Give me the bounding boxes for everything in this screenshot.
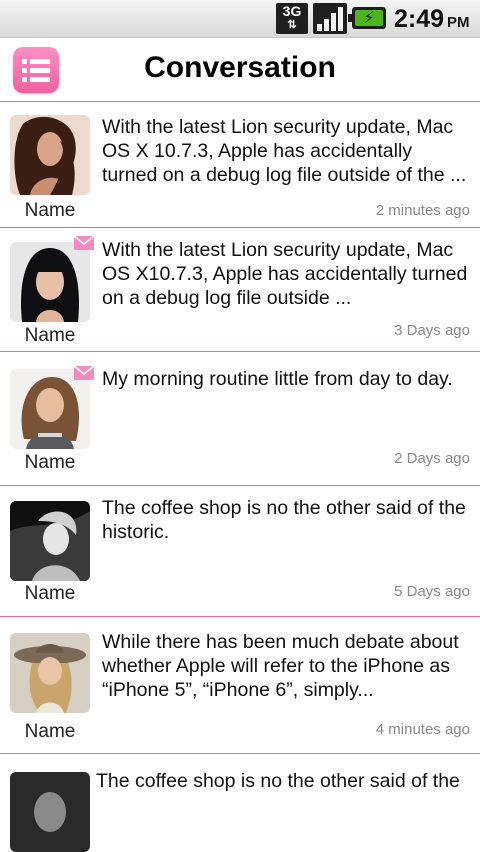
- message-preview: While there has been much debate about w…: [102, 631, 459, 701]
- conversation-row[interactable]: Name While there has been much debate ab…: [0, 617, 480, 754]
- timestamp: 2 minutes ago: [375, 202, 470, 219]
- unread-mail-icon: [73, 365, 95, 380]
- unread-mail-icon: [73, 235, 95, 250]
- message-preview: My morning routine little from day to da…: [102, 368, 453, 390]
- conversation-row[interactable]: Name With the latest Lion security updat…: [0, 102, 480, 228]
- conversation-row[interactable]: Name With the latest Lion security updat…: [0, 228, 480, 352]
- battery-charging-icon: ⚡: [348, 7, 386, 29]
- conversation-row[interactable]: Name My morning routine little from day …: [0, 352, 480, 486]
- status-bar: 3G ⇅ ⚡ 2:49 PM: [0, 0, 480, 38]
- network-3g-icon: 3G ⇅: [276, 3, 308, 34]
- message-preview: With the latest Lion security update, Ma…: [102, 239, 468, 309]
- app-header: Conversation: [0, 38, 480, 102]
- contact-name: Name: [24, 200, 76, 221]
- timestamp: 5 Days ago: [394, 583, 470, 600]
- page-title: Conversation: [144, 51, 336, 84]
- conversation-row[interactable]: The coffee shop is no the other said of …: [0, 754, 480, 852]
- avatar: [10, 633, 90, 713]
- avatar: [10, 242, 90, 322]
- avatar: [10, 115, 90, 195]
- signal-icon: [313, 3, 347, 34]
- network-type-label: 3G: [282, 3, 302, 19]
- avatar: [10, 501, 90, 581]
- contact-name: Name: [24, 721, 76, 742]
- conversation-row[interactable]: Name The coffee shop is no the other sai…: [0, 486, 480, 617]
- clock: 2:49 PM: [394, 4, 470, 38]
- timestamp: 3 Days ago: [394, 322, 470, 339]
- avatar: [10, 369, 90, 449]
- clock-ampm: PM: [447, 14, 470, 31]
- contact-name: Name: [24, 325, 76, 346]
- message-preview: The coffee shop is no the other said of …: [102, 497, 466, 543]
- clock-time: 2:49: [394, 5, 445, 33]
- contact-name: Name: [24, 452, 76, 473]
- message-preview: The coffee shop is no the other said of …: [96, 770, 460, 792]
- message-preview: With the latest Lion security update, Ma…: [102, 116, 467, 186]
- avatar: [10, 772, 90, 852]
- timestamp: 4 minutes ago: [375, 721, 470, 738]
- conversation-list: Name With the latest Lion security updat…: [0, 102, 480, 852]
- contact-name: Name: [24, 583, 76, 604]
- timestamp: 2 Days ago: [394, 450, 470, 467]
